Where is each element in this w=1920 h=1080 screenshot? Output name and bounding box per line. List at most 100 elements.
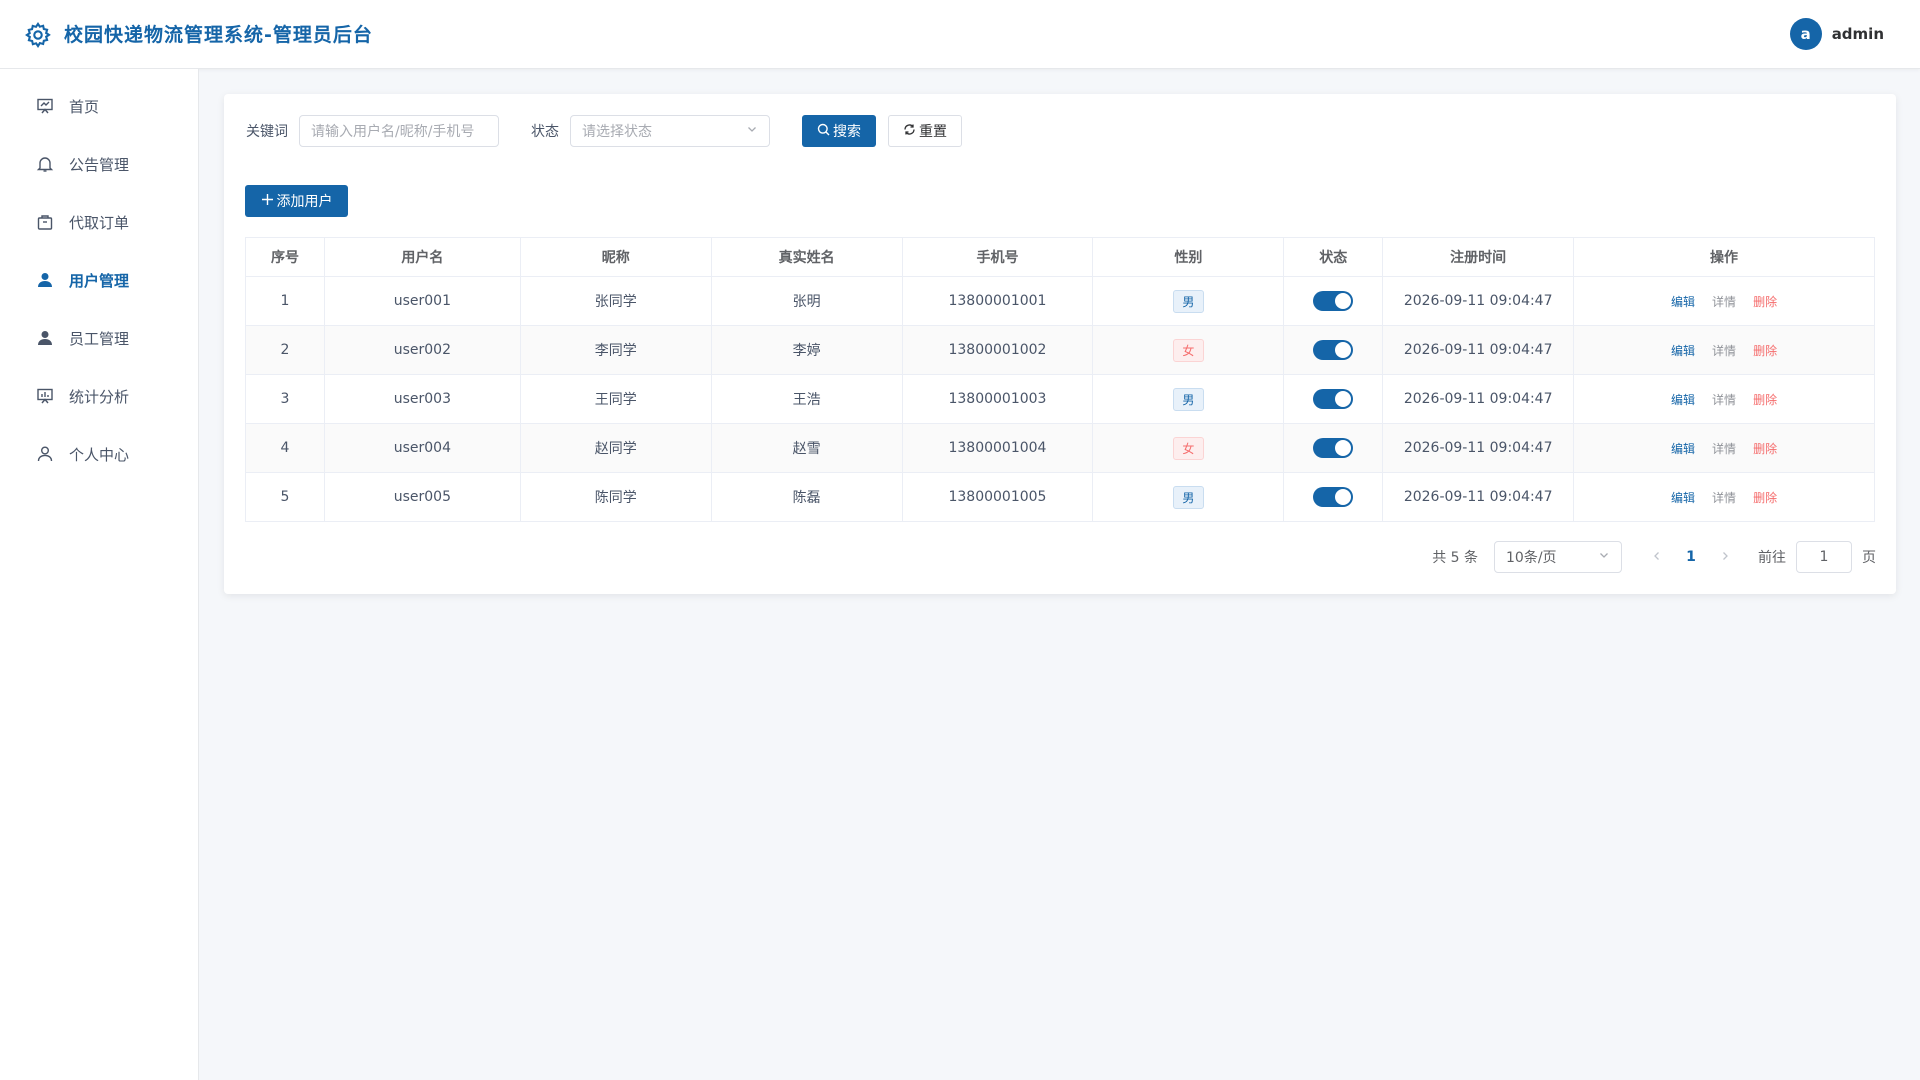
cell-gender: 男 — [1092, 276, 1285, 326]
user-filled-icon — [36, 271, 54, 289]
column-header: 序号 — [245, 237, 325, 277]
chart-board-icon — [36, 387, 54, 405]
cell-registered: 2026-09-11 09:04:47 — [1382, 374, 1575, 424]
sidebar-item-users[interactable]: 用户管理 — [0, 251, 198, 309]
search-button-label: 搜索 — [833, 124, 861, 140]
column-header: 昵称 — [519, 237, 712, 277]
status-toggle[interactable] — [1313, 291, 1354, 311]
status-toggle[interactable] — [1313, 438, 1354, 458]
table-row: 3 user003 王同学 王浩 13800001003 男 2026-09-1… — [245, 374, 1875, 424]
gender-tag: 女 — [1172, 338, 1204, 362]
cell-phone: 13800001003 — [901, 374, 1094, 424]
detail-link[interactable]: 详情 — [1712, 440, 1736, 457]
cell-registered: 2026-09-11 09:04:47 — [1382, 472, 1575, 522]
sidebar-item-profile[interactable]: 个人中心 — [0, 425, 198, 483]
page-size-value: 10条/页 — [1506, 550, 1557, 566]
user-table: 序号 用户名 昵称 真实姓名 手机号 性别 状态 注册时间 操作 1 user0… — [245, 237, 1875, 522]
cell-real-name: 王浩 — [710, 374, 903, 424]
delete-link[interactable]: 删除 — [1753, 342, 1777, 359]
status-placeholder: 请选择状态 — [582, 124, 652, 140]
table-row: 1 user001 张同学 张明 13800001001 男 2026-09-1… — [245, 276, 1875, 326]
gender-tag: 男 — [1172, 485, 1204, 509]
delete-link[interactable]: 删除 — [1753, 391, 1777, 408]
cell-status — [1283, 325, 1384, 375]
sidebar-item-orders[interactable]: 代取订单 — [0, 193, 198, 251]
status-toggle[interactable] — [1313, 389, 1354, 409]
status-toggle[interactable] — [1313, 487, 1354, 507]
page-number-current[interactable]: 1 — [1680, 549, 1702, 565]
search-icon — [817, 123, 830, 140]
column-header: 注册时间 — [1382, 237, 1575, 277]
cell-index: 4 — [245, 423, 325, 473]
sidebar-item-staff[interactable]: 员工管理 — [0, 309, 198, 367]
edit-link[interactable]: 编辑 — [1671, 342, 1695, 359]
reset-button-label: 重置 — [919, 124, 947, 140]
add-user-button[interactable]: 添加用户 — [245, 185, 348, 217]
cell-phone: 13800001002 — [901, 325, 1094, 375]
gender-tag: 男 — [1172, 289, 1204, 313]
edit-link[interactable]: 编辑 — [1671, 293, 1695, 310]
prev-page-button[interactable] — [1646, 549, 1668, 565]
cell-nickname: 赵同学 — [519, 423, 712, 473]
refresh-icon — [903, 123, 916, 140]
search-button[interactable]: 搜索 — [802, 115, 876, 147]
sidebar: 首页 公告管理 代取订单 用户管理 员工管理 统计分析 个人中心 — [0, 69, 199, 1080]
detail-link[interactable]: 详情 — [1712, 293, 1736, 310]
delete-link[interactable]: 删除 — [1753, 440, 1777, 457]
edit-link[interactable]: 编辑 — [1671, 489, 1695, 506]
username[interactable]: admin — [1832, 25, 1884, 43]
chevron-down-icon — [1598, 549, 1610, 565]
sidebar-item-home[interactable]: 首页 — [0, 77, 198, 135]
detail-link[interactable]: 详情 — [1712, 489, 1736, 506]
pagination-total: 共 5 条 — [1432, 550, 1478, 566]
sidebar-item-announcements[interactable]: 公告管理 — [0, 135, 198, 193]
cell-status — [1283, 276, 1384, 326]
cell-nickname: 李同学 — [519, 325, 712, 375]
cell-real-name: 李婷 — [710, 325, 903, 375]
keyword-label: 关键词 — [246, 124, 288, 140]
gear-icon — [24, 21, 52, 49]
avatar[interactable]: a — [1789, 18, 1822, 50]
sidebar-item-label: 用户管理 — [69, 271, 130, 290]
cell-gender: 男 — [1092, 472, 1285, 522]
pagination: 共 5 条 10条/页 1 前往 1 页 — [1432, 541, 1876, 573]
add-user-button-label: 添加用户 — [276, 194, 333, 210]
status-toggle[interactable] — [1313, 340, 1354, 360]
detail-link[interactable]: 详情 — [1712, 342, 1736, 359]
edit-link[interactable]: 编辑 — [1671, 440, 1695, 457]
keyword-placeholder: 请输入用户名/昵称/手机号 — [311, 124, 475, 140]
cell-nickname: 陈同学 — [519, 472, 712, 522]
cell-registered: 2026-09-11 09:04:47 — [1382, 276, 1575, 326]
edit-link[interactable]: 编辑 — [1671, 391, 1695, 408]
column-header: 操作 — [1573, 237, 1875, 277]
page-size-select[interactable]: 10条/页 — [1494, 541, 1622, 573]
bell-icon — [36, 155, 54, 173]
sidebar-item-statistics[interactable]: 统计分析 — [0, 367, 198, 425]
page-suffix: 页 — [1862, 550, 1876, 566]
cell-status — [1283, 374, 1384, 424]
cell-index: 5 — [245, 472, 325, 522]
reset-button[interactable]: 重置 — [888, 115, 962, 147]
delete-link[interactable]: 删除 — [1753, 293, 1777, 310]
cell-actions: 编辑 详情 删除 — [1573, 325, 1875, 375]
search-form: 关键词 请输入用户名/昵称/手机号 状态 请选择状态 搜索 重置 — [246, 115, 962, 147]
sidebar-item-label: 员工管理 — [69, 329, 130, 348]
cell-phone: 13800001001 — [901, 276, 1094, 326]
app-title: 校园快递物流管理系统-管理员后台 — [64, 24, 373, 46]
sidebar-item-label: 个人中心 — [69, 445, 130, 464]
user-menu[interactable]: a admin — [1789, 18, 1884, 50]
sidebar-item-label: 首页 — [69, 97, 100, 116]
top-header: 校园快递物流管理系统-管理员后台 a admin — [0, 0, 1920, 69]
detail-link[interactable]: 详情 — [1712, 391, 1736, 408]
status-select[interactable]: 请选择状态 — [570, 115, 770, 147]
cell-index: 1 — [245, 276, 325, 326]
cell-status — [1283, 423, 1384, 473]
gender-tag: 女 — [1172, 436, 1204, 460]
delete-link[interactable]: 删除 — [1753, 489, 1777, 506]
keyword-input[interactable]: 请输入用户名/昵称/手机号 — [299, 115, 499, 147]
cell-actions: 编辑 详情 删除 — [1573, 423, 1875, 473]
goto-label: 前往 — [1758, 550, 1786, 566]
goto-page-input[interactable]: 1 — [1796, 541, 1852, 573]
user-management-card: 关键词 请输入用户名/昵称/手机号 状态 请选择状态 搜索 重置 添加用户 序号… — [224, 94, 1896, 594]
next-page-button[interactable] — [1714, 549, 1736, 565]
